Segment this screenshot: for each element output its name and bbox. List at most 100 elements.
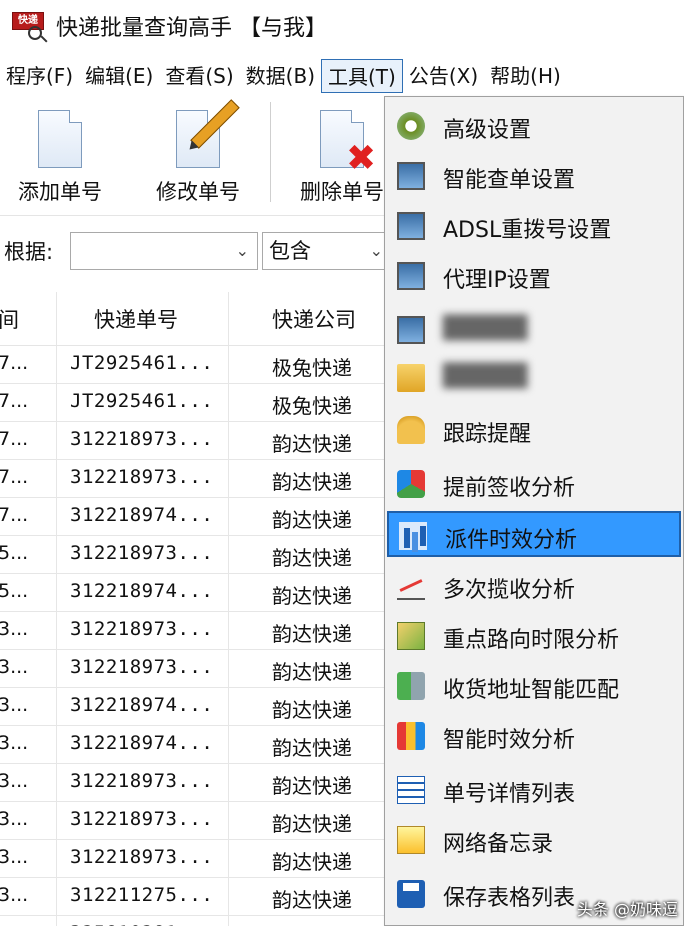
time-cell: 3... bbox=[0, 808, 29, 830]
menu-view[interactable]: 查看(S) bbox=[159, 59, 239, 93]
time-cell: 3... bbox=[0, 694, 29, 716]
tracking-number-cell: JT2925461... bbox=[70, 352, 214, 374]
tools-menu-item-label: 跟踪提醒 bbox=[443, 422, 532, 447]
map-icon bbox=[397, 622, 425, 650]
tools-menu-item[interactable]: 智能时效分析 bbox=[387, 713, 681, 759]
menu-data[interactable]: 数据(B) bbox=[240, 59, 321, 93]
tools-menu-item[interactable]: 重点路向时限分析 bbox=[387, 613, 681, 659]
courier-cell: 韵达快递 bbox=[272, 546, 352, 570]
add-number-button[interactable]: 添加单号 bbox=[0, 104, 120, 204]
courier-cell: 韵达快递 bbox=[272, 698, 352, 722]
tools-menu-item-label: 高级设置 bbox=[443, 118, 532, 143]
tools-menu-item-label: █████ bbox=[443, 316, 528, 341]
add-number-label: 添加单号 bbox=[18, 180, 102, 204]
arrow-icon bbox=[397, 316, 425, 344]
tools-menu-item[interactable]: 跟踪提醒 bbox=[387, 407, 681, 453]
tools-menu-item[interactable]: 智能查单设置 bbox=[387, 153, 681, 199]
tools-menu-item-label: 代理IP设置 bbox=[443, 268, 551, 293]
time-cell: 7... bbox=[0, 504, 29, 526]
tracking-number-cell: 312218974... bbox=[70, 580, 214, 602]
list-icon bbox=[397, 776, 425, 804]
courier-cell: 韵达快递 bbox=[272, 888, 352, 912]
column-header-tracking-number[interactable]: 快递单号 bbox=[94, 304, 178, 334]
filter-field-select[interactable]: ⌄ bbox=[70, 232, 258, 270]
tools-menu-item[interactable]: ADSL重拨号设置 bbox=[387, 203, 681, 249]
window-title: 快递批量查询高手 【与我】 bbox=[56, 16, 327, 41]
menu-edit[interactable]: 编辑(E) bbox=[79, 59, 159, 93]
tracking-number-cell: 312218973... bbox=[70, 808, 214, 830]
time-cell: 3... bbox=[0, 656, 29, 678]
tracking-number-cell: 312218973... bbox=[70, 542, 214, 564]
courier-cell: 韵达快递 bbox=[272, 660, 352, 684]
tracking-number-cell: 312218973... bbox=[70, 846, 214, 868]
time-cell: 5... bbox=[0, 580, 29, 602]
delete-x-icon: ✖ bbox=[346, 138, 377, 179]
save-icon bbox=[397, 880, 425, 908]
filter-match-select[interactable]: 包含 ⌄ bbox=[262, 232, 392, 270]
tools-menu-item-label: ADSL重拨号设置 bbox=[443, 218, 612, 243]
tools-menu-item[interactable]: 单号详情列表 bbox=[387, 767, 681, 813]
menu-help[interactable]: 帮助(H) bbox=[484, 59, 567, 93]
courier-cell: 韵达快递 bbox=[272, 508, 352, 532]
edit-number-label: 修改单号 bbox=[156, 180, 240, 204]
tools-menu-item-label: █████ bbox=[443, 364, 528, 389]
tools-menu-item[interactable]: 高级设置 bbox=[387, 103, 681, 149]
column-header-time[interactable]: 间 bbox=[0, 304, 19, 334]
monitor-icon bbox=[397, 162, 425, 190]
menu-program[interactable]: 程序(F) bbox=[0, 59, 79, 93]
tracking-number-cell: 312218973... bbox=[70, 618, 214, 640]
tools-menu-item[interactable]: 代理IP设置 bbox=[387, 253, 681, 299]
time-cell: 3... bbox=[0, 732, 29, 754]
tracking-number-cell: 325810291 bbox=[70, 922, 177, 926]
tools-menu-item[interactable]: 收货地址智能匹配 bbox=[387, 663, 681, 709]
address-icon bbox=[397, 672, 425, 700]
tracking-number-cell: 312218974... bbox=[70, 504, 214, 526]
courier-cell: 韵达快递 bbox=[272, 470, 352, 494]
menu-announcement[interactable]: 公告(X) bbox=[403, 59, 484, 93]
tools-menu-item[interactable]: 网络备忘录 bbox=[387, 817, 681, 863]
tracking-number-cell: 312211275... bbox=[70, 884, 214, 906]
tracking-number-cell: 312218973... bbox=[70, 770, 214, 792]
courier-cell: 韵达快递 bbox=[272, 432, 352, 456]
tracking-number-cell: 312218974... bbox=[70, 694, 214, 716]
cubes-icon bbox=[397, 470, 425, 498]
tracking-number-cell: 312218974... bbox=[70, 732, 214, 754]
filter-match-value: 包含 bbox=[269, 239, 311, 263]
time-cell: 3... bbox=[0, 618, 29, 640]
tools-menu-item-label: 保存表格列表 bbox=[443, 886, 576, 911]
time-cell: 3... bbox=[0, 846, 29, 868]
tools-menu-item-label: 提前签收分析 bbox=[443, 476, 576, 501]
tools-menu-item-label: 网络备忘录 bbox=[443, 832, 554, 857]
time-cell: 7... bbox=[0, 428, 29, 450]
tools-menu-item[interactable]: █████ bbox=[387, 355, 681, 401]
folder-icon bbox=[397, 364, 425, 392]
tools-menu-item-label: 多次揽收分析 bbox=[443, 578, 576, 603]
monitor-icon bbox=[397, 212, 425, 240]
tools-menu-item[interactable]: █████ bbox=[387, 307, 681, 353]
tools-menu-item[interactable]: 派件时效分析 bbox=[387, 511, 681, 557]
tools-menu-item-label: 智能时效分析 bbox=[443, 728, 576, 753]
tools-menu-item[interactable]: 多次揽收分析 bbox=[387, 563, 681, 609]
bell-icon bbox=[397, 416, 425, 444]
notes-icon bbox=[397, 826, 425, 854]
tools-menu-item-label: 重点路向时限分析 bbox=[443, 628, 620, 653]
menu-tools[interactable]: 工具(T) bbox=[321, 59, 403, 93]
tools-menu-item-label: 收货地址智能匹配 bbox=[443, 678, 620, 703]
courier-cell: 韵达快递 bbox=[272, 812, 352, 836]
edit-number-button[interactable]: 修改单号 bbox=[138, 99, 258, 204]
time-cell: 7... bbox=[0, 466, 29, 488]
courier-cell: 极兔快递 bbox=[272, 356, 352, 380]
time-cell: 3... bbox=[0, 770, 29, 792]
time-cell: 5... bbox=[0, 542, 29, 564]
bar-chart-icon bbox=[399, 522, 427, 550]
tracking-number-cell: 312218973... bbox=[70, 466, 214, 488]
time-cell: 7... bbox=[0, 352, 29, 374]
menu-bar: 程序(F) 编辑(E) 查看(S) 数据(B) 工具(T) 公告(X) 帮助(H… bbox=[0, 58, 684, 94]
document-icon bbox=[38, 110, 82, 168]
column-header-courier[interactable]: 快递公司 bbox=[272, 304, 356, 334]
chevron-down-icon: ⌄ bbox=[369, 241, 383, 260]
filter-label: 根据: bbox=[4, 240, 54, 264]
courier-cell: 韵达快递 bbox=[272, 736, 352, 760]
tracking-number-cell: JT2925461... bbox=[70, 390, 214, 412]
tools-menu-item[interactable]: 提前签收分析 bbox=[387, 461, 681, 507]
